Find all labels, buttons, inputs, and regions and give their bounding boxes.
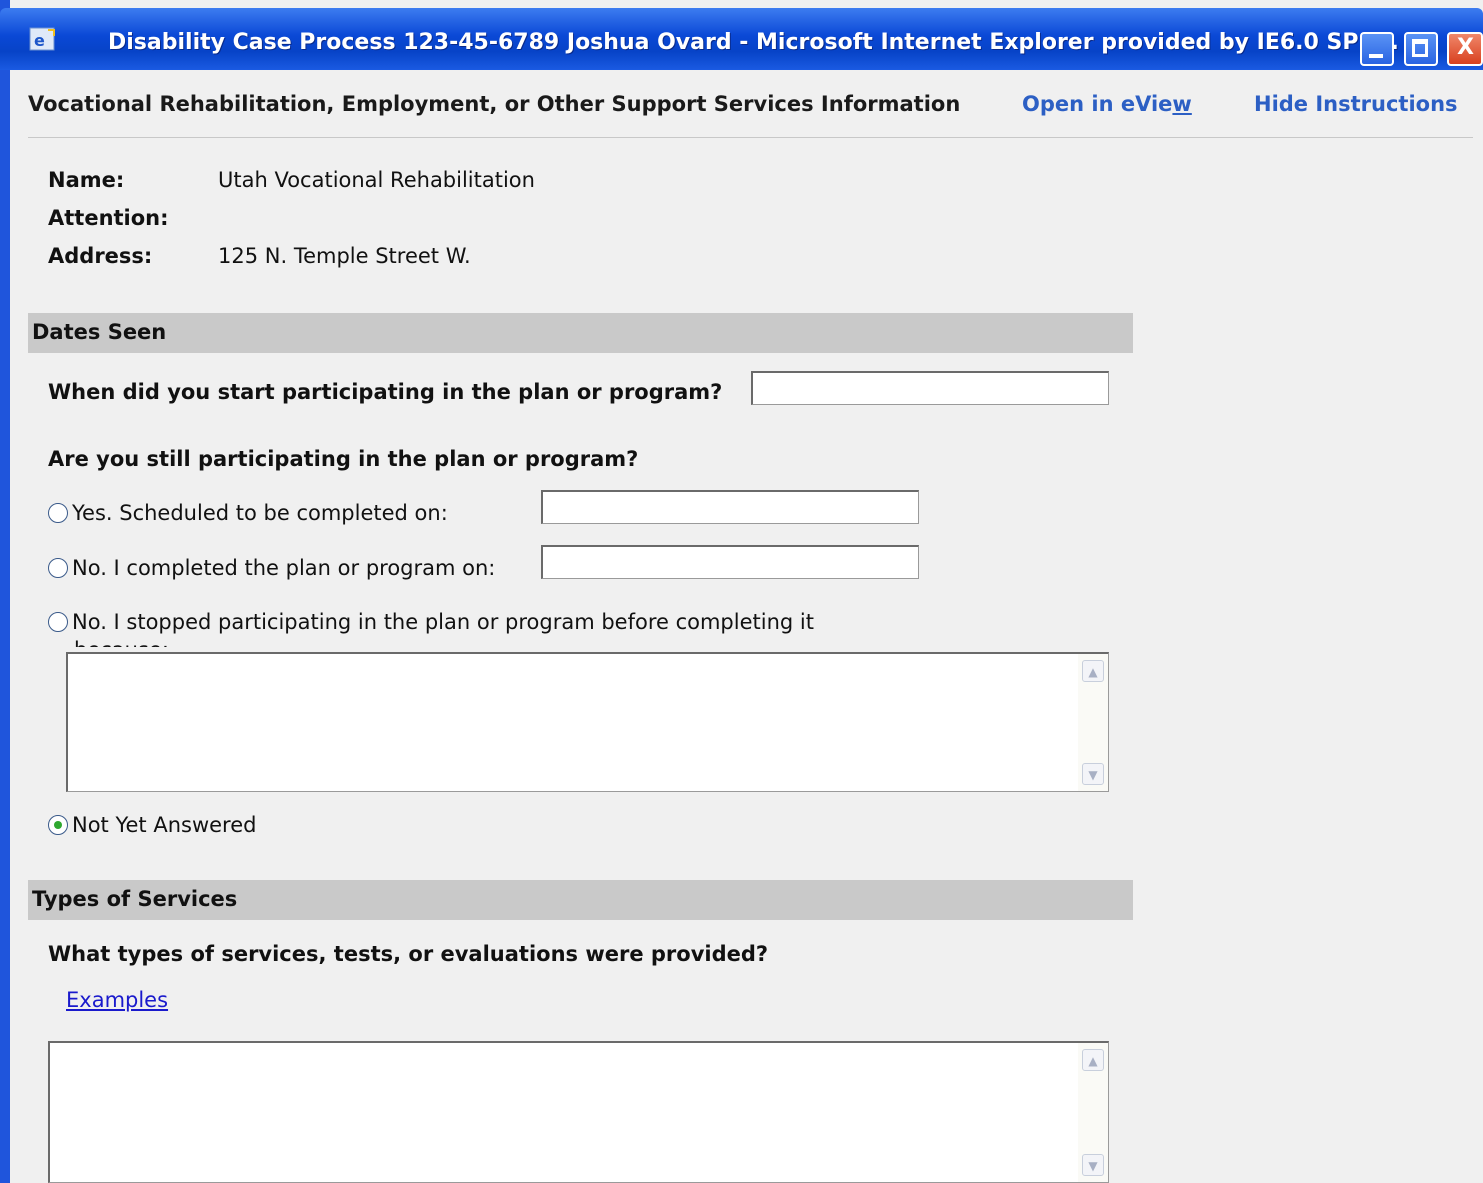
radio-not-yet-answered[interactable] xyxy=(48,815,68,835)
completion-scheduled-input[interactable] xyxy=(541,490,919,524)
types-of-services-heading: Types of Services xyxy=(32,887,238,911)
services-scrollbar[interactable]: ▲ ▼ xyxy=(1078,1043,1108,1182)
hide-instructions-link[interactable]: Hide Instructions xyxy=(1254,92,1458,116)
maximize-button[interactable] xyxy=(1404,32,1438,66)
still-participating-question: Are you still participating in the plan … xyxy=(48,447,639,471)
dates-seen-heading: Dates Seen xyxy=(32,320,167,344)
reason-scrollbar[interactable]: ▲ ▼ xyxy=(1078,654,1108,791)
option-not-yet-answered-label: Not Yet Answered xyxy=(72,813,257,837)
scroll-down-icon[interactable]: ▼ xyxy=(1082,763,1104,785)
option-no-completed-label: No. I completed the plan or program on: xyxy=(72,556,496,580)
name-label: Name: xyxy=(48,168,125,192)
close-button[interactable]: X xyxy=(1447,32,1483,66)
option-yes-label: Yes. Scheduled to be completed on: xyxy=(72,501,448,525)
window-title: Disability Case Process 123-45-6789 Josh… xyxy=(108,30,1399,55)
ie-icon: e xyxy=(29,27,55,51)
option-no-stopped-label: No. I stopped participating in the plan … xyxy=(72,610,814,634)
radio-no-completed[interactable] xyxy=(48,558,68,578)
dates-seen-section-bar: Dates Seen xyxy=(28,313,1133,353)
start-question: When did you start participating in the … xyxy=(48,380,723,404)
radio-no-stopped[interactable] xyxy=(48,612,68,632)
option-no-completed[interactable]: No. I completed the plan or program on: xyxy=(48,556,495,580)
open-in-eview-link[interactable]: Open in eView xyxy=(1022,92,1192,116)
page-title: Vocational Rehabilitation, Employment, o… xyxy=(28,92,961,116)
option-yes[interactable]: Yes. Scheduled to be completed on: xyxy=(48,501,448,525)
open-link-text: Open in eVie xyxy=(1022,92,1173,116)
minimize-button[interactable] xyxy=(1360,32,1394,66)
option-no-stopped[interactable]: No. I stopped participating in the plan … xyxy=(48,610,814,634)
address-label: Address: xyxy=(48,244,153,268)
option-not-yet-answered[interactable]: Not Yet Answered xyxy=(48,813,256,837)
page-content: Vocational Rehabilitation, Employment, o… xyxy=(10,70,1483,1183)
attention-label: Attention: xyxy=(48,206,169,230)
reason-overflow-text: because: xyxy=(74,638,169,647)
address-value: 125 N. Temple Street W. xyxy=(218,244,471,268)
types-of-services-section-bar: Types of Services xyxy=(28,880,1133,920)
radio-yes[interactable] xyxy=(48,503,68,523)
start-date-input[interactable] xyxy=(751,371,1109,405)
header-divider xyxy=(28,137,1473,138)
stopped-reason-textarea[interactable]: ▲ ▼ xyxy=(66,652,1109,792)
scroll-up-icon[interactable]: ▲ xyxy=(1082,1049,1104,1071)
scroll-up-icon[interactable]: ▲ xyxy=(1082,660,1104,682)
name-value: Utah Vocational Rehabilitation xyxy=(218,168,535,192)
examples-link[interactable]: Examples xyxy=(66,988,168,1012)
scroll-down-icon[interactable]: ▼ xyxy=(1082,1154,1104,1176)
title-bar[interactable]: e Disability Case Process 123-45-6789 Jo… xyxy=(0,8,1483,70)
close-icon: X xyxy=(1457,35,1474,60)
svg-text:e: e xyxy=(34,31,45,50)
services-textarea[interactable]: ▲ ▼ xyxy=(48,1041,1109,1183)
completed-date-input[interactable] xyxy=(541,545,919,579)
services-question: What types of services, tests, or evalua… xyxy=(48,942,769,966)
open-link-accesskey: w xyxy=(1172,92,1192,116)
window-border xyxy=(0,0,10,1183)
